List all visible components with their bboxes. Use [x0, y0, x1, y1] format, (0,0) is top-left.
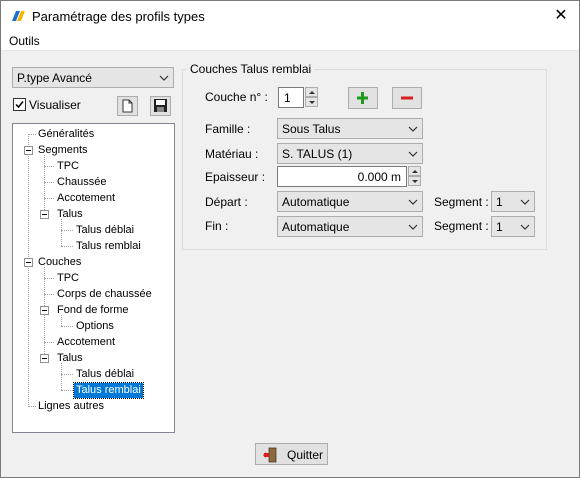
fin-select[interactable]: Automatique [277, 216, 423, 237]
chevron-down-icon [408, 199, 418, 205]
tree-item-segments-talus-deblai[interactable]: Talus déblai [74, 223, 136, 238]
epaisseur-spinner[interactable] [408, 166, 421, 187]
dialog-window: Paramétrage des profils types ✕ Outils P… [0, 0, 580, 478]
spin-down-button[interactable] [305, 97, 318, 107]
famille-select-value: Sous Talus [282, 122, 341, 136]
spin-up-button[interactable] [408, 166, 421, 176]
tree-item-couches-tpc[interactable]: TPC [55, 271, 81, 286]
arrow-up-icon [309, 91, 315, 94]
materiau-label: Matériau : [205, 147, 259, 161]
quitter-button[interactable]: Quitter [255, 443, 328, 465]
segment-fin-value: 1 [496, 220, 503, 234]
arrow-down-icon [309, 101, 315, 104]
tree-item-segments[interactable]: Segments [36, 143, 90, 158]
tree-item-couches-options[interactable]: Options [74, 319, 116, 334]
save-button[interactable] [150, 96, 171, 116]
tree-item-couches-talus[interactable]: Talus [55, 351, 85, 366]
tree-item-couches-corps[interactable]: Corps de chaussée [55, 287, 154, 302]
segment-fin-select[interactable]: 1 [491, 216, 535, 237]
tree-item-couches-talus-deblai[interactable]: Talus déblai [74, 367, 136, 382]
arrow-down-icon [412, 180, 418, 183]
quitter-label: Quitter [287, 448, 324, 462]
chevron-down-icon [159, 75, 169, 81]
tree-item-lignes-autres[interactable]: Lignes autres [36, 399, 106, 414]
tree-item-segments-chaussee[interactable]: Chaussée [55, 175, 109, 190]
famille-select[interactable]: Sous Talus [277, 118, 423, 139]
epaisseur-value: 0.000 m [357, 170, 401, 184]
expander-fond-de-forme[interactable] [40, 306, 49, 315]
app-icon [12, 11, 25, 21]
close-icon: ✕ [554, 7, 568, 24]
depart-label: Départ : [205, 195, 248, 209]
groupbox-title: Couches Talus remblai [187, 62, 315, 76]
fin-select-value: Automatique [282, 220, 350, 234]
tree-item-couches-accotement[interactable]: Accotement [55, 335, 117, 350]
checkmark-icon [15, 101, 24, 109]
couche-number-value: 1 [284, 91, 291, 105]
couche-number-input[interactable]: 1 [278, 87, 304, 108]
profile-select[interactable]: P.type Avancé [12, 67, 174, 88]
segment-fin-label: Segment : [434, 219, 489, 233]
exit-door-icon [263, 447, 277, 463]
profile-tree[interactable]: Généralités Segments TPC Chaussée Accote… [12, 123, 175, 433]
depart-select[interactable]: Automatique [277, 191, 423, 212]
couche-spinner[interactable] [305, 87, 318, 108]
famille-label: Famille : [205, 122, 251, 136]
chevron-down-icon [408, 151, 418, 157]
segment-depart-select[interactable]: 1 [491, 191, 535, 212]
epaisseur-label: Epaisseur : [205, 170, 266, 184]
spin-down-button[interactable] [408, 176, 421, 186]
menu-bar: Outils [1, 31, 579, 51]
floppy-disk-icon [154, 99, 167, 112]
chevron-down-icon [408, 224, 418, 230]
expander-segments[interactable] [24, 146, 33, 155]
spin-up-button[interactable] [305, 87, 318, 97]
tree-item-couches-fond-de-forme[interactable]: Fond de forme [55, 303, 131, 318]
tree-item-segments-talus[interactable]: Talus [55, 207, 85, 222]
tree-item-segments-accotement[interactable]: Accotement [55, 191, 117, 206]
profile-select-value: P.type Avancé [17, 71, 92, 85]
add-layer-button[interactable] [348, 87, 378, 109]
title-bar: Paramétrage des profils types ✕ [1, 1, 579, 31]
couche-label: Couche n° : [205, 90, 268, 104]
window-title: Paramétrage des profils types [32, 9, 205, 24]
materiau-select[interactable]: S. TALUS (1) [277, 143, 423, 164]
tree-item-segments-talus-remblai[interactable]: Talus remblai [74, 239, 143, 254]
tree-item-generalites[interactable]: Généralités [36, 127, 96, 142]
tree-item-couches[interactable]: Couches [36, 255, 83, 270]
chevron-down-icon [520, 224, 530, 230]
expander-seg-talus[interactable] [40, 210, 49, 219]
arrow-up-icon [412, 170, 418, 173]
expander-couches-talus[interactable] [40, 354, 49, 363]
chevron-down-icon [520, 199, 530, 205]
minus-icon [401, 96, 413, 100]
visualiser-label: Visualiser [29, 98, 81, 112]
tree-item-couches-talus-remblai[interactable]: Talus remblai [73, 382, 144, 399]
remove-layer-button[interactable] [392, 87, 422, 109]
menu-outils[interactable]: Outils [9, 34, 40, 48]
expander-couches[interactable] [24, 258, 33, 267]
chevron-down-icon [408, 126, 418, 132]
close-button[interactable]: ✕ [543, 1, 579, 31]
depart-select-value: Automatique [282, 195, 350, 209]
epaisseur-input[interactable]: 0.000 m [277, 166, 407, 187]
visualiser-checkbox[interactable] [13, 98, 26, 111]
segment-depart-label: Segment : [434, 195, 489, 209]
new-document-button[interactable] [117, 96, 138, 116]
fin-label: Fin : [205, 219, 229, 233]
new-document-icon [122, 99, 133, 113]
plus-icon [357, 92, 368, 104]
materiau-select-value: S. TALUS (1) [282, 147, 353, 161]
tree-item-segments-tpc[interactable]: TPC [55, 159, 81, 174]
segment-depart-value: 1 [496, 195, 503, 209]
